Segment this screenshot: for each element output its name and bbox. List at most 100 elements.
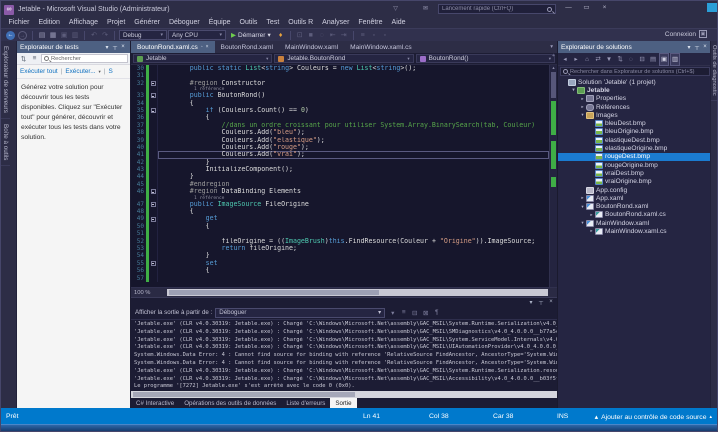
se-show-all-files-icon[interactable]: ▤ xyxy=(648,54,658,65)
navbar-dropdown-jetable-boutonrond[interactable]: Jetable.BoutonRond▾ xyxy=(274,54,413,63)
editor-horizontal-scrollbar[interactable] xyxy=(167,289,548,296)
se-pending-filter-icon[interactable]: ▼ xyxy=(604,54,614,65)
expander-icon[interactable]: ▾ xyxy=(579,112,586,118)
se-properties-icon[interactable]: ▣ xyxy=(659,53,669,66)
window-menu-icon[interactable]: ▾ xyxy=(103,44,111,51)
solution-platforms-dropdown[interactable]: Any CPU▾ xyxy=(168,30,226,40)
output-source-dropdown[interactable]: Déboguer ▾ xyxy=(215,308,385,318)
test-explorer-link-ex-cuter[interactable]: Exécuter... xyxy=(65,68,95,75)
code-line-45[interactable]: 45 #endregion xyxy=(131,181,549,188)
menu-outils[interactable]: Outils xyxy=(235,19,262,26)
tree-item-boutonrond-xaml-cs[interactable]: ▸BoutonRond.xaml.cs xyxy=(558,211,712,219)
code-line-38[interactable]: 38 Couleurs.Add("bleu"); xyxy=(131,129,549,136)
new-project-icon[interactable]: ▤ xyxy=(37,30,47,41)
code-line-43[interactable]: 43 InitializeComponent(); xyxy=(131,166,549,173)
pin-tab-icon[interactable]: ◦ xyxy=(201,44,203,50)
code-line-50[interactable]: 50 { xyxy=(131,223,549,230)
doc-tab-mainwindow-xaml-cs[interactable]: MainWindow.xaml.cs xyxy=(344,41,418,53)
out-next-message-icon[interactable]: ⊟ xyxy=(410,309,419,317)
test-explorer-search-input[interactable]: Rechercher xyxy=(41,54,128,63)
tree-item-mainwindow-xaml-cs[interactable]: ▸MainWindow.xaml.cs xyxy=(558,227,712,235)
close-icon[interactable]: × xyxy=(701,44,709,50)
code-line-53[interactable]: 53 return fileOrigine; xyxy=(131,245,549,252)
menu-projet[interactable]: Projet xyxy=(102,19,129,26)
menu-fichier[interactable]: Fichier xyxy=(4,19,34,26)
window-menu-icon[interactable]: ▾ xyxy=(527,299,535,306)
test-explorer-link-s[interactable]: S xyxy=(108,68,112,75)
tree-item-vraidest-bmp[interactable]: vraiDest.bmp xyxy=(558,169,712,177)
out-word-wrap-icon[interactable]: ¶ xyxy=(432,309,441,317)
tree-item-rougeorigine-bmp[interactable]: rougeOrigine.bmp xyxy=(558,161,712,169)
expander-icon[interactable]: ▾ xyxy=(579,220,586,226)
expander-icon[interactable]: ▸ xyxy=(579,195,586,201)
step-over-icon[interactable]: ⇥ xyxy=(339,30,349,41)
code-line-42[interactable]: 42 } xyxy=(131,159,549,166)
scrollbar-thumb[interactable] xyxy=(551,72,556,98)
scroll-up-icon[interactable]: ▴ xyxy=(550,65,557,71)
code-line-51[interactable]: 51 xyxy=(131,230,549,237)
tree-item-bleudest-bmp[interactable]: bleuDest.bmp xyxy=(558,119,712,127)
autohide-tab-outils-de-diagnostic[interactable]: Outils de diagnostic xyxy=(711,41,717,101)
uncomment-icon[interactable]: ▫ xyxy=(380,30,390,41)
scrollbar-thumb[interactable] xyxy=(133,392,355,397)
autohide-tab-bo-te-outils[interactable]: Boîte à outils xyxy=(1,119,10,166)
code-line-54[interactable]: 54 } xyxy=(131,252,549,259)
menu-quipe[interactable]: Équipe xyxy=(204,19,235,26)
tree-item-app-xaml[interactable]: ▸App.xaml xyxy=(558,194,712,202)
pin-icon[interactable]: ┬ xyxy=(111,44,119,50)
collapse-region-icon[interactable] xyxy=(151,202,156,207)
code-line-47[interactable]: 47 public ImageSource FileOrigine xyxy=(131,201,549,208)
tree-item-images[interactable]: ▾Images xyxy=(558,111,712,119)
pin-icon[interactable]: ┬ xyxy=(537,299,545,306)
collapse-region-icon[interactable] xyxy=(151,261,156,266)
out-find-icon[interactable]: ▾ xyxy=(388,309,397,317)
collapse-region-icon[interactable] xyxy=(151,81,156,86)
doc-tab-boutonrond-xaml[interactable]: BoutonRond.xaml xyxy=(215,41,279,53)
expander-icon[interactable]: ▸ xyxy=(579,104,586,110)
code-line-46[interactable]: 46 #region DataBinding Elements xyxy=(131,188,549,195)
notifications-icon[interactable]: ▽ xyxy=(391,5,400,12)
split-editor-handle[interactable]: + xyxy=(550,53,557,59)
find-in-files-icon[interactable]: ≡ xyxy=(358,30,368,41)
code-line-35[interactable]: 35 if (Couleurs.Count() == 0) xyxy=(131,107,549,114)
tree-item-elastiqueorigine-bmp[interactable]: elastiqueOrigine.bmp xyxy=(558,144,712,152)
editor-zoom-select[interactable]: 100 % xyxy=(131,290,167,296)
expander-icon[interactable]: ▸ xyxy=(588,228,595,234)
code-line-48[interactable]: 48 { xyxy=(131,208,549,215)
tab-overflow-icon[interactable]: ▾ xyxy=(546,41,557,53)
undo-icon[interactable]: ↶ xyxy=(89,30,99,41)
tree-item-vraiorigine-bmp[interactable]: vraiOrigine.bmp xyxy=(558,178,712,186)
start-debugging-button[interactable]: ▶Démarrer▾ xyxy=(227,31,275,39)
out-clear-all-icon[interactable]: ⊠ xyxy=(421,309,430,317)
collapse-region-icon[interactable] xyxy=(151,108,156,113)
menu-aide[interactable]: Aide xyxy=(387,19,410,26)
code-line-34[interactable]: 34 { xyxy=(131,100,549,107)
code-line-55[interactable]: 55 set xyxy=(131,260,549,267)
se-preview-icon[interactable]: ▥ xyxy=(670,53,680,66)
code-line-37[interactable]: 37 //dans un ordre croissant pour utilis… xyxy=(131,122,549,129)
tree-item-boutonrond-xaml[interactable]: ▾BoutonRond.xaml xyxy=(558,202,712,210)
navbar-dropdown-jetable[interactable]: Jetable▾ xyxy=(133,54,272,63)
solution-configurations-dropdown[interactable]: Debug▾ xyxy=(119,30,167,40)
autohide-tab-explorateur-de-serveurs[interactable]: Explorateur de serveurs xyxy=(1,41,10,119)
menu-affichage[interactable]: Affichage xyxy=(64,19,102,26)
add-to-source-control-button[interactable]: ▴ Ajouter au contrôle de code source ▴ xyxy=(595,413,712,421)
expander-icon[interactable]: ▸ xyxy=(588,212,595,218)
collapse-region-icon[interactable] xyxy=(151,217,156,222)
te-settings-icon[interactable]: ≡ xyxy=(30,55,39,62)
se-switch-views-icon[interactable]: ⇄ xyxy=(593,54,603,65)
send-feedback-icon[interactable]: ✉ xyxy=(421,5,430,12)
collapse-region-icon[interactable] xyxy=(151,189,156,194)
pin-icon[interactable]: ┬ xyxy=(693,44,701,50)
sign-in-area[interactable]: Connexion ▣ xyxy=(665,30,707,38)
se-sync-icon[interactable]: ⇅ xyxy=(615,54,625,65)
te-group-icon[interactable]: ⇅ xyxy=(19,55,28,63)
solution-explorer-search-input[interactable]: Rechercher dans Explorateur de solutions… xyxy=(560,67,710,76)
se-forward-icon[interactable]: ▸ xyxy=(571,54,581,65)
expander-icon[interactable]: ▾ xyxy=(570,87,577,93)
out-prev-message-icon[interactable]: ≡ xyxy=(399,309,408,317)
code-line-57[interactable]: 57 xyxy=(131,275,549,282)
code-line-49[interactable]: 49 get xyxy=(131,215,549,222)
tree-item-app-config[interactable]: App.config xyxy=(558,186,712,194)
tree-item-mainwindow-xaml[interactable]: ▾MainWindow.xaml xyxy=(558,219,712,227)
